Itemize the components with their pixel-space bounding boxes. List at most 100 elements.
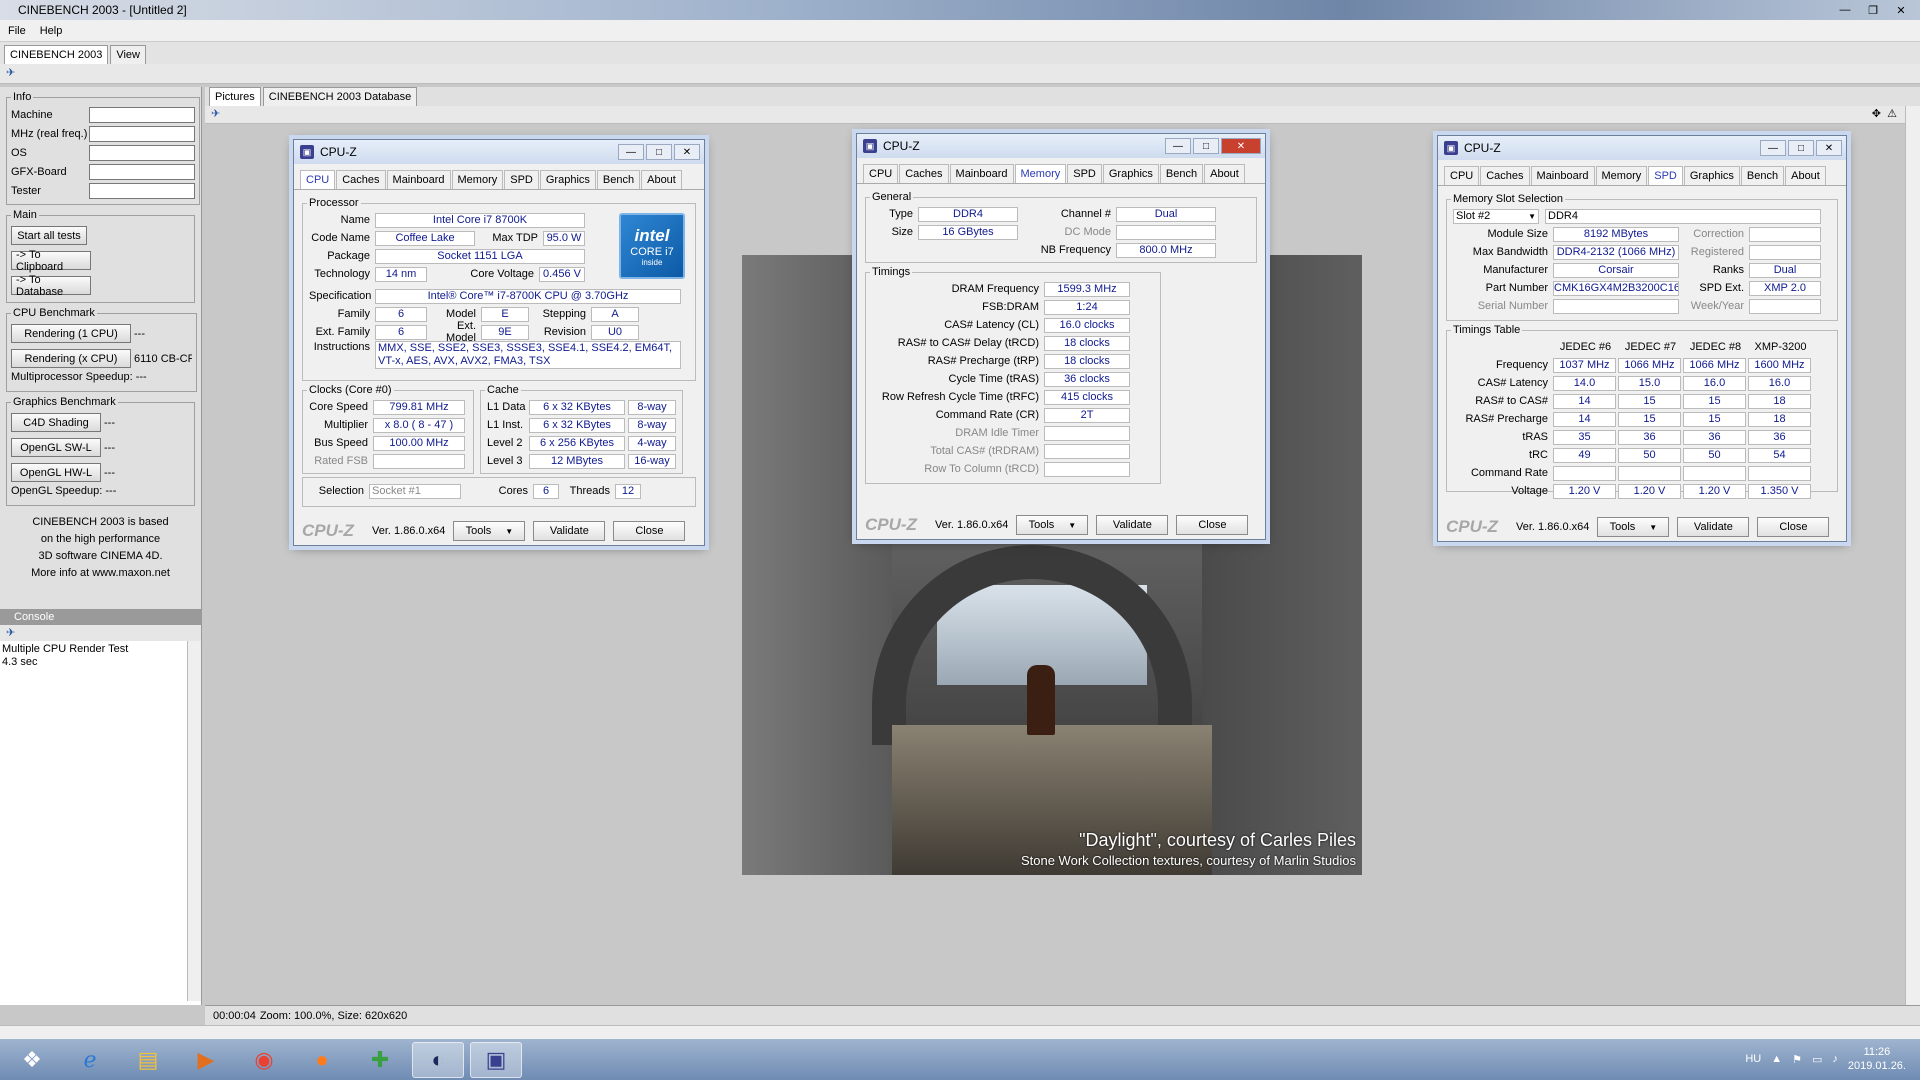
cpuz-taskbar-icon[interactable]: ▣ <box>470 1041 522 1078</box>
table-cell: 36 <box>1748 429 1811 445</box>
tab-bench[interactable]: Bench <box>1740 166 1785 185</box>
minimize-icon[interactable]: — <box>1832 2 1858 18</box>
machine-input[interactable] <box>89 106 195 123</box>
tab-memory[interactable]: Memory <box>451 170 504 189</box>
graph-tool-icon[interactable]: ✚ <box>354 1042 406 1078</box>
tab-view[interactable]: View <box>110 45 146 64</box>
to-database-button[interactable]: -> To Database <box>11 274 91 298</box>
cpuz-window-spd: ▣ CPU-Z — □ ✕ CPU Caches Mainboard Memory … <box>1437 135 1847 542</box>
tools-button[interactable]: Tools ▼ <box>1016 515 1089 535</box>
tools-button[interactable]: Tools ▼ <box>453 521 526 541</box>
tab-cpu[interactable]: CPU <box>300 170 336 189</box>
tab-cpu[interactable]: CPU <box>1444 166 1480 185</box>
tab-about[interactable]: About <box>641 170 682 189</box>
tab-pictures[interactable]: Pictures <box>209 87 261 106</box>
warning-icon[interactable]: ⚠ <box>1887 107 1897 120</box>
pin-icon[interactable]: ✈ <box>6 66 15 79</box>
tab-bench[interactable]: Bench <box>596 170 641 189</box>
close-button[interactable]: Close <box>1757 517 1830 537</box>
tab-graphics[interactable]: Graphics <box>539 170 596 189</box>
tab-caches[interactable]: Caches <box>336 170 386 189</box>
close-button[interactable]: Close <box>613 521 686 541</box>
validate-button[interactable]: Validate <box>1096 515 1169 535</box>
socket-select[interactable]: Socket #1 <box>369 483 461 499</box>
menu-help[interactable]: Help <box>40 25 63 37</box>
table-cell: 54 <box>1748 447 1811 463</box>
file-explorer-icon[interactable]: ▤ <box>122 1042 174 1078</box>
internet-explorer-icon[interactable]: ℯ <box>64 1042 116 1078</box>
rendering-xcpu-button[interactable]: Rendering (x CPU) <box>11 349 131 368</box>
tab-mainboard[interactable]: Mainboard <box>949 164 1014 183</box>
maximize-icon[interactable]: □ <box>646 144 672 160</box>
start-all-tests-button[interactable]: Start all tests <box>11 226 87 245</box>
tab-caches[interactable]: Caches <box>1480 166 1530 185</box>
tab-cinebench[interactable]: CINEBENCH 2003 <box>4 45 109 64</box>
opengl-swl-button[interactable]: OpenGL SW-L <box>11 438 101 457</box>
minimize-icon[interactable]: — <box>618 144 644 160</box>
flag-icon[interactable]: ⚑ <box>1792 1053 1802 1066</box>
week-year-value <box>1749 298 1821 314</box>
tester-input[interactable] <box>89 182 195 199</box>
tab-spd[interactable]: SPD <box>1067 164 1102 183</box>
tab-graphics[interactable]: Graphics <box>1683 166 1740 185</box>
close-icon[interactable]: ✕ <box>1816 140 1842 156</box>
tab-memory[interactable]: Memory <box>1014 164 1067 183</box>
tools-button[interactable]: Tools ▼ <box>1597 517 1670 537</box>
tab-caches[interactable]: Caches <box>899 164 949 183</box>
to-clipboard-button[interactable]: -> To Clipboard <box>11 249 91 273</box>
tab-about[interactable]: About <box>1204 164 1245 183</box>
volume-icon[interactable]: ♪ <box>1832 1053 1838 1065</box>
tab-bench[interactable]: Bench <box>1159 164 1204 183</box>
start-button-icon[interactable]: ❖ <box>6 1042 58 1078</box>
slot-select[interactable]: Slot #2 ▼ <box>1453 208 1539 224</box>
tab-spd[interactable]: SPD <box>504 170 539 189</box>
validate-button[interactable]: Validate <box>1677 517 1750 537</box>
close-button[interactable]: Close <box>1176 515 1249 535</box>
c4d-shading-button[interactable]: C4D Shading <box>11 413 101 432</box>
tab-spd[interactable]: SPD <box>1648 166 1683 185</box>
tab-mainboard[interactable]: Mainboard <box>386 170 451 189</box>
firefox-icon[interactable]: ● <box>296 1042 348 1078</box>
opengl-hwl-button[interactable]: OpenGL HW-L <box>11 463 101 482</box>
clock[interactable]: 11:26 2019.01.26. <box>1848 1045 1906 1073</box>
chevron-up-icon[interactable]: ▲ <box>1771 1053 1782 1065</box>
maximize-icon[interactable]: □ <box>1193 138 1219 154</box>
rendering-1cpu-button[interactable]: Rendering (1 CPU) <box>11 324 131 343</box>
horizontal-scrollbar[interactable] <box>0 1025 1920 1039</box>
tab-graphics[interactable]: Graphics <box>1102 164 1159 183</box>
vertical-scrollbar[interactable] <box>1905 106 1920 1005</box>
table-cell: 18 <box>1748 393 1811 409</box>
tab-database[interactable]: CINEBENCH 2003 Database <box>262 87 418 106</box>
tab-about[interactable]: About <box>1785 166 1826 185</box>
maximize-icon[interactable]: ❐ <box>1860 2 1886 18</box>
validate-button[interactable]: Validate <box>533 521 606 541</box>
language-indicator[interactable]: HU <box>1745 1053 1761 1065</box>
ranks-label: Ranks <box>1712 264 1744 276</box>
mhz-input[interactable] <box>89 125 195 142</box>
nb-frequency-value: 800.0 MHz <box>1116 242 1216 258</box>
close-icon[interactable]: ✕ <box>674 144 700 160</box>
l3-way: 16-way <box>628 453 676 469</box>
minimize-icon[interactable]: — <box>1165 138 1191 154</box>
network-icon[interactable]: ▭ <box>1812 1053 1822 1066</box>
gfx-input[interactable] <box>89 163 195 180</box>
tab-mainboard[interactable]: Mainboard <box>1530 166 1595 185</box>
console-scrollbar[interactable] <box>187 641 201 1001</box>
os-input[interactable] <box>89 144 195 161</box>
timing-row: FSB:DRAM 1:24 <box>872 298 1154 316</box>
rendering-xcpu-value: 6110 CB-CPU <box>134 352 192 365</box>
table-cell: 1600 MHz <box>1748 357 1811 373</box>
media-player-icon[interactable]: ▶ <box>180 1042 232 1078</box>
picture-pin-icon[interactable]: ✈ <box>211 107 220 120</box>
minimize-icon[interactable]: — <box>1760 140 1786 156</box>
close-icon[interactable]: ✕ <box>1888 2 1914 18</box>
move-icon[interactable]: ✥ <box>1872 107 1881 120</box>
tab-cpu[interactable]: CPU <box>863 164 899 183</box>
chrome-icon[interactable]: ◉ <box>238 1042 290 1078</box>
maximize-icon[interactable]: □ <box>1788 140 1814 156</box>
menu-file[interactable]: File <box>8 25 26 37</box>
cinebench-taskbar-icon[interactable]: ◐ <box>412 1041 464 1078</box>
tab-memory[interactable]: Memory <box>1595 166 1648 185</box>
console-pin-icon[interactable]: ✈ <box>6 626 15 639</box>
close-icon[interactable]: ✕ <box>1221 138 1261 154</box>
